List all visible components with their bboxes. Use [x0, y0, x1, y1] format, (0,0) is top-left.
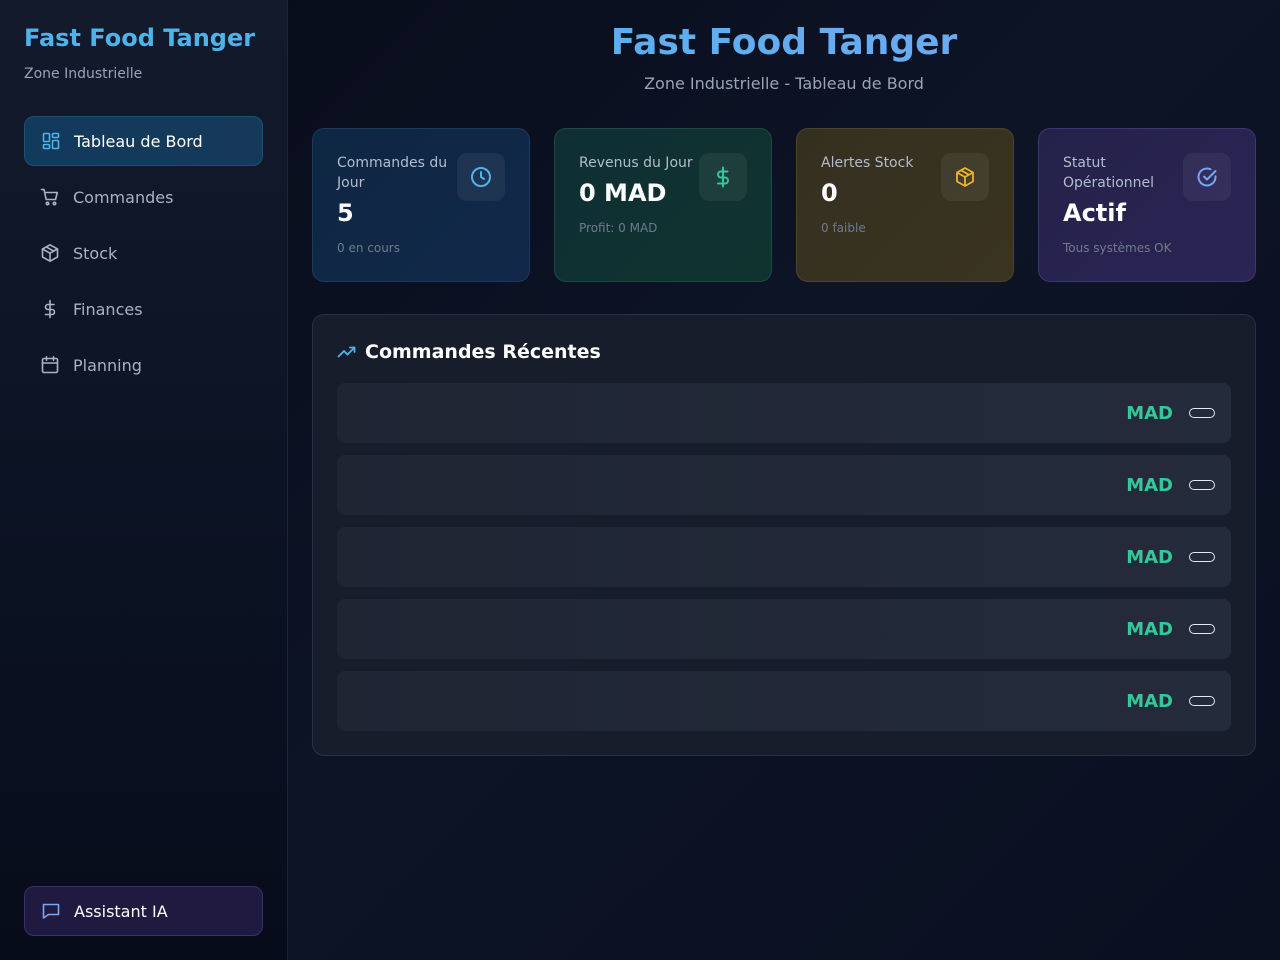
- stat-card-revenue: Revenus du Jour 0 MAD Profit: 0 MAD: [554, 128, 772, 282]
- stat-note: Profit: 0 MAD: [579, 221, 658, 235]
- sidebar-item-commandes[interactable]: Commandes: [24, 172, 263, 222]
- sidebar-item-label: Finances: [73, 299, 143, 319]
- assistant-button[interactable]: Assistant IA: [24, 886, 263, 936]
- page-subtitle: Zone Industrielle - Tableau de Bord: [644, 74, 924, 93]
- stat-card-status: Statut Opérationnel Actif Tous systèmes …: [1038, 128, 1256, 282]
- recent-orders-header: Commandes Récentes: [337, 341, 601, 363]
- stat-note: 0 faible: [821, 221, 866, 235]
- stat-label: Commandes du Jour: [337, 155, 448, 191]
- check-circle-icon: [1183, 153, 1231, 201]
- order-status-badge: [1189, 624, 1215, 634]
- assistant-label: Assistant IA: [74, 901, 168, 921]
- sidebar-item-planning[interactable]: Planning: [24, 340, 263, 390]
- order-amount: MAD: [1126, 474, 1173, 496]
- order-amount: MAD: [1126, 618, 1173, 640]
- order-status-badge: [1189, 696, 1215, 706]
- sidebar-item-finances[interactable]: Finances: [24, 284, 263, 334]
- stat-note: 0 en cours: [337, 241, 400, 255]
- stat-note: Tous systèmes OK: [1063, 241, 1172, 255]
- order-status-badge: [1189, 552, 1215, 562]
- stat-card-orders: Commandes du Jour 5 0 en cours: [312, 128, 530, 282]
- order-amount: MAD: [1126, 546, 1173, 568]
- calendar-icon: [40, 355, 60, 375]
- order-list: MAD MAD MAD MAD MAD: [337, 383, 1231, 743]
- recent-orders-panel: Commandes Récentes MAD MAD MAD MAD MAD: [312, 314, 1256, 756]
- sidebar-item-label: Commandes: [73, 187, 174, 207]
- sidebar-item-label: Stock: [73, 243, 118, 263]
- stat-label: Alertes Stock: [821, 155, 914, 171]
- order-amount: MAD: [1126, 402, 1173, 424]
- dollar-icon: [40, 299, 60, 319]
- brand-subtitle: Zone Industrielle: [24, 66, 143, 82]
- stat-label: Revenus du Jour: [579, 155, 693, 171]
- cart-icon: [40, 187, 60, 207]
- order-amount: MAD: [1126, 690, 1173, 712]
- order-row[interactable]: MAD: [337, 671, 1231, 731]
- recent-orders-title: Commandes Récentes: [365, 341, 601, 363]
- stat-label: Statut Opérationnel: [1063, 155, 1155, 191]
- chat-icon: [41, 901, 61, 921]
- dashboard-icon: [41, 131, 61, 151]
- trending-up-icon: [337, 342, 357, 362]
- order-row[interactable]: MAD: [337, 383, 1231, 443]
- sidebar-item-dashboard[interactable]: Tableau de Bord: [24, 116, 263, 166]
- sidebar-item-label: Tableau de Bord: [74, 131, 203, 151]
- main-content: Fast Food Tanger Zone Industrielle - Tab…: [288, 0, 1280, 960]
- box-icon: [941, 153, 989, 201]
- stat-value: 5: [337, 199, 354, 227]
- box-icon: [40, 243, 60, 263]
- sidebar-nav: Tableau de Bord Commandes Stock Finances…: [24, 116, 263, 396]
- stat-card-stock-alerts: Alertes Stock 0 0 faible: [796, 128, 1014, 282]
- order-status-badge: [1189, 408, 1215, 418]
- stat-value: Actif: [1063, 199, 1126, 227]
- dollar-icon: [699, 153, 747, 201]
- page-title: Fast Food Tanger: [288, 22, 1280, 63]
- sidebar-item-label: Planning: [73, 355, 142, 375]
- order-row[interactable]: MAD: [337, 455, 1231, 515]
- order-row[interactable]: MAD: [337, 527, 1231, 587]
- clock-icon: [457, 153, 505, 201]
- sidebar-item-stock[interactable]: Stock: [24, 228, 263, 278]
- brand-title: Fast Food Tanger: [24, 24, 256, 52]
- order-status-badge: [1189, 480, 1215, 490]
- sidebar: Fast Food Tanger Zone Industrielle Table…: [0, 0, 288, 960]
- order-row[interactable]: MAD: [337, 599, 1231, 659]
